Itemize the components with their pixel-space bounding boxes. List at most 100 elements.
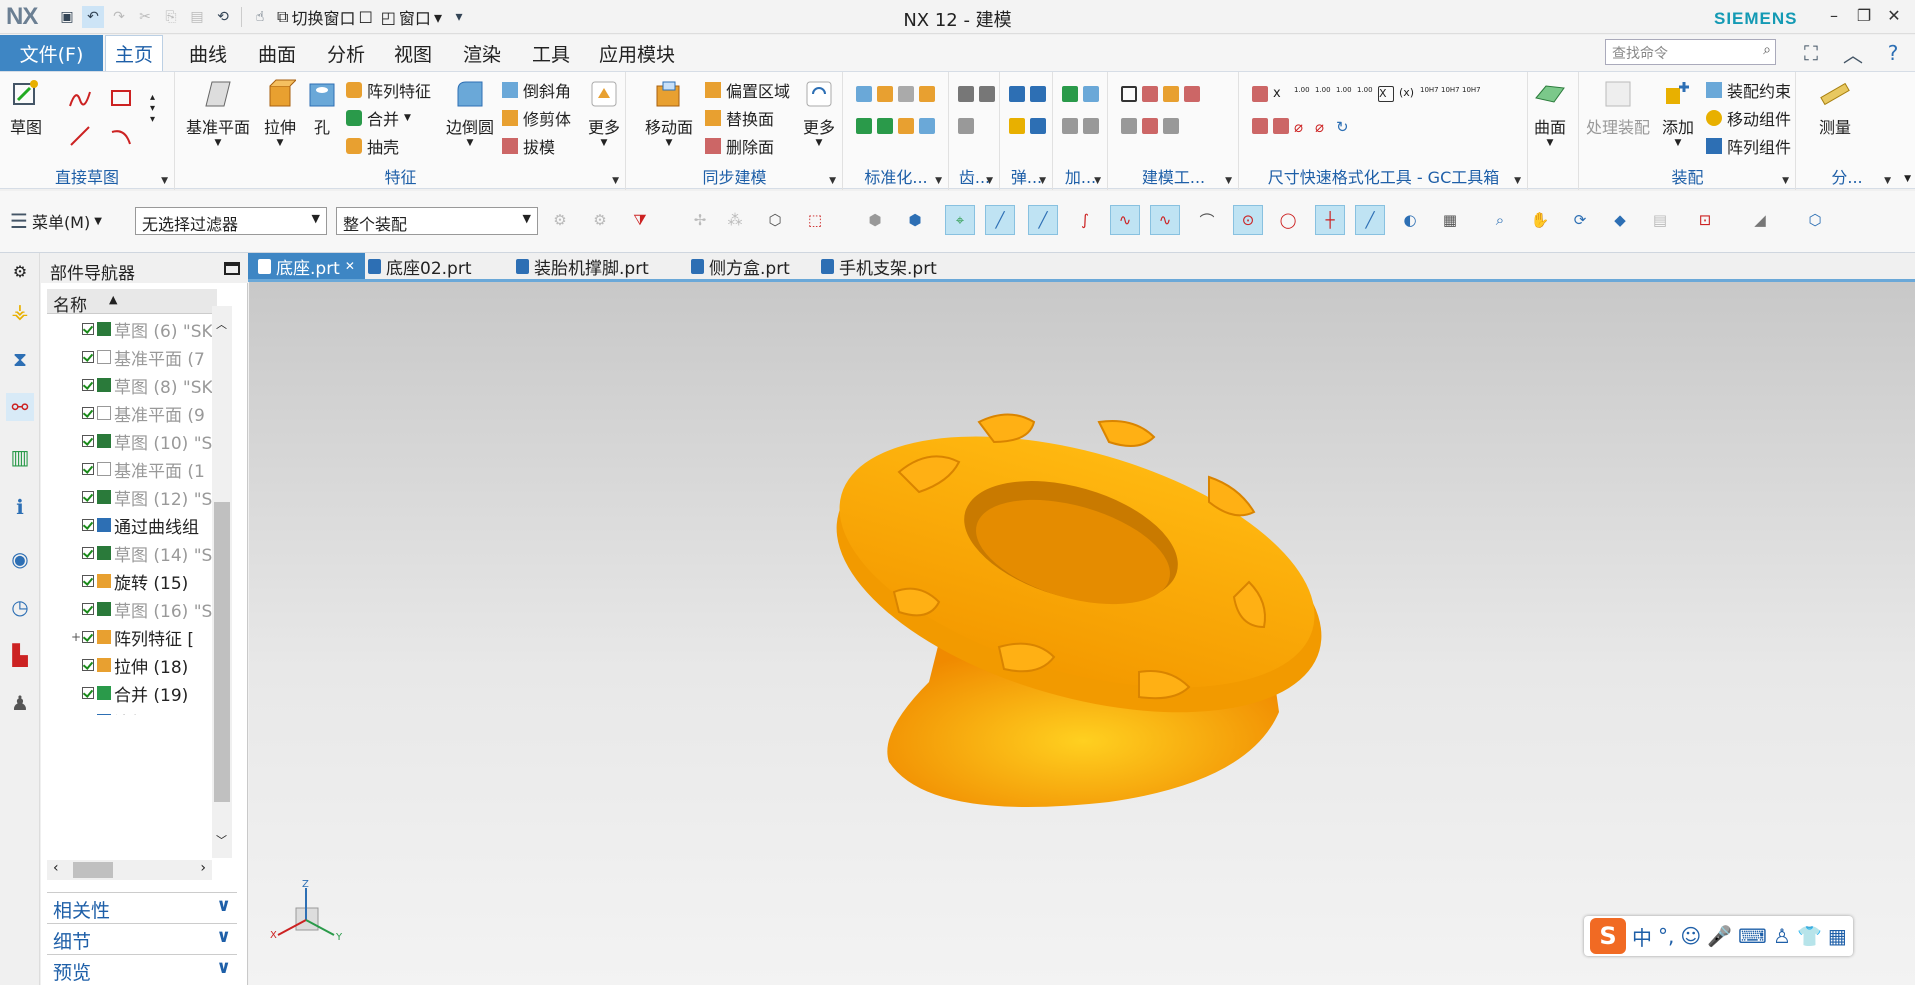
- tool-dim-icon[interactable]: [1163, 118, 1179, 134]
- hd3d-icon[interactable]: ℹ: [6, 493, 34, 521]
- trim-body-button[interactable]: 修剪体: [502, 106, 571, 130]
- rack-icon[interactable]: [958, 118, 974, 134]
- render-style-icon[interactable]: ◢: [1745, 205, 1775, 235]
- column-header-name[interactable]: 名称 ▲: [47, 289, 217, 316]
- user-icon[interactable]: ♙: [1773, 924, 1791, 948]
- dim-tol-1-icon[interactable]: 1.00: [1294, 86, 1310, 102]
- keyboard-icon[interactable]: ⌨: [1738, 924, 1767, 948]
- tab-analysis[interactable]: 分析: [318, 35, 374, 71]
- profile-icon[interactable]: [68, 86, 92, 110]
- dim-fit-3-icon[interactable]: 10H7: [1462, 86, 1481, 102]
- point-on-curve-icon[interactable]: ⌖: [945, 205, 975, 235]
- graphics-window[interactable]: Z X Y: [249, 282, 1915, 985]
- move-face-button[interactable]: 移动面 ▼: [645, 78, 693, 148]
- tree-row[interactable]: 基准平面 (9: [47, 399, 217, 427]
- history-icon[interactable]: ◷: [6, 593, 34, 621]
- arc-snap-icon[interactable]: ∫: [1070, 205, 1100, 235]
- view-triad-icon[interactable]: ⬡: [1800, 205, 1830, 235]
- pin-icon[interactable]: [919, 86, 935, 102]
- cylinder-spring-icon[interactable]: [1009, 86, 1025, 102]
- dim-tol-3-icon[interactable]: 1.00: [1336, 86, 1352, 102]
- dim-fit-2-icon[interactable]: 10H7: [1441, 86, 1460, 102]
- spline-snap-2-icon[interactable]: ∿: [1150, 205, 1180, 235]
- tree-row[interactable]: 草图 (16) "S: [47, 595, 217, 623]
- skin-icon[interactable]: 👕: [1797, 924, 1822, 948]
- line-icon[interactable]: [68, 124, 92, 148]
- cut-icon[interactable]: ✂: [134, 6, 156, 28]
- dim-style-icon[interactable]: [1252, 86, 1268, 102]
- minimize-icon[interactable]: –: [1822, 6, 1846, 25]
- dim-x-icon[interactable]: x: [1273, 86, 1289, 102]
- group-dropdown-icon[interactable]: ▼: [1884, 176, 1891, 186]
- visibility-checkbox[interactable]: [82, 407, 94, 419]
- tree-row[interactable]: 拉伸 (18): [47, 651, 217, 679]
- tab-surface[interactable]: 曲面: [249, 35, 305, 71]
- scroll-right-icon[interactable]: ›: [200, 860, 206, 876]
- sketch-gallery-arrow-icon[interactable]: ▴ ▾ ▾: [150, 92, 155, 125]
- arc-icon[interactable]: [109, 124, 133, 148]
- tree-row[interactable]: 旋转 (15): [47, 567, 217, 595]
- fit-icon[interactable]: ⊡: [1690, 205, 1720, 235]
- surface-button[interactable]: 曲面 ▼: [1534, 78, 1566, 148]
- tree-row[interactable]: 基准平面 (1: [47, 455, 217, 483]
- selection-scope-select[interactable]: 整个装配 ▼: [336, 207, 538, 235]
- visibility-checkbox[interactable]: [82, 463, 94, 475]
- visibility-checkbox[interactable]: [82, 687, 94, 699]
- dim-dia-icon[interactable]: ⌀: [1294, 118, 1310, 136]
- chamfer-button[interactable]: 倒斜角: [502, 78, 571, 102]
- key-icon[interactable]: [919, 118, 935, 134]
- intersection-icon[interactable]: ┼: [1315, 205, 1345, 235]
- tree-horizontal-scrollbar[interactable]: ‹ ›: [47, 860, 212, 880]
- tab-file[interactable]: 文件(F): [0, 35, 103, 71]
- spring-edit-icon[interactable]: [1030, 118, 1046, 134]
- group-dropdown-icon[interactable]: ▼: [1039, 176, 1046, 186]
- ime-menu-icon[interactable]: ▦: [1828, 924, 1847, 948]
- unite-button[interactable]: 合并 ▼: [346, 106, 411, 130]
- paste-icon[interactable]: ▤: [186, 6, 208, 28]
- visibility-checkbox[interactable]: [82, 631, 94, 643]
- touch-mode-icon[interactable]: ☝: [249, 6, 271, 28]
- scroll-down-icon[interactable]: ﹀: [216, 832, 227, 848]
- switch-window-button[interactable]: ⧉ 切换窗口 ☐: [275, 5, 375, 29]
- add-table-icon[interactable]: [1062, 118, 1078, 134]
- line-snap-icon[interactable]: ╱: [985, 205, 1015, 235]
- visibility-checkbox[interactable]: [82, 547, 94, 559]
- disc-spring-icon[interactable]: [1030, 86, 1046, 102]
- circle-center-icon[interactable]: ⊙: [1233, 205, 1263, 235]
- pattern-component-button[interactable]: 阵列组件: [1706, 134, 1791, 158]
- group-dropdown-icon[interactable]: ▼: [1514, 176, 1521, 186]
- edge-blend-button[interactable]: 边倒圆 ▼: [446, 78, 494, 148]
- punctuation-icon[interactable]: °,: [1658, 924, 1674, 948]
- tree-row[interactable]: 基准平面 (7: [47, 343, 217, 371]
- grid-point-icon[interactable]: ▦: [1435, 205, 1465, 235]
- feature-more-button[interactable]: 更多 ▼: [588, 78, 620, 148]
- dim-tol-4-icon[interactable]: 1.00: [1357, 86, 1373, 102]
- tool-cut-icon[interactable]: [1184, 86, 1200, 102]
- section-preview[interactable]: 预览 ∨: [47, 954, 237, 984]
- command-search-input[interactable]: 查找命令 ⌕: [1605, 39, 1776, 65]
- doc-tab-phone-stand[interactable]: 手机支架.prt: [811, 253, 947, 279]
- rectangle-select-icon[interactable]: ⬚: [800, 205, 830, 235]
- copy-icon[interactable]: ⎘: [160, 6, 182, 28]
- delete-face-button[interactable]: 删除面: [705, 134, 774, 158]
- doc-tab-tire-stand[interactable]: 装胎机撑脚.prt: [506, 253, 659, 279]
- tree-row[interactable]: + 阵列特征 [: [47, 623, 217, 651]
- visibility-checkbox[interactable]: [82, 323, 94, 335]
- face-point-icon[interactable]: ◐: [1395, 205, 1425, 235]
- section-dependencies[interactable]: 相关性 ∨: [47, 892, 237, 922]
- add-list-icon[interactable]: [1083, 118, 1099, 134]
- cube-select-icon[interactable]: ⬡: [760, 205, 790, 235]
- spring-delete-icon[interactable]: [1009, 118, 1025, 134]
- zoom-icon[interactable]: ⌕: [1485, 205, 1515, 235]
- sync-more-button[interactable]: 更多 ▼: [803, 78, 835, 148]
- doc-tab-side-box[interactable]: 侧方盒.prt: [681, 253, 800, 279]
- assembly-constraint-button[interactable]: 装配约束: [1706, 78, 1791, 102]
- settings-icon[interactable]: ⚙: [6, 257, 34, 285]
- ime-language[interactable]: 中: [1632, 922, 1652, 951]
- pattern-feature-button[interactable]: 阵列特征: [346, 78, 431, 102]
- frame-icon[interactable]: [1142, 86, 1158, 102]
- tree-vertical-scrollbar[interactable]: ︿ ﹀: [212, 306, 232, 858]
- ribbon-options-icon[interactable]: ▼: [1904, 174, 1911, 184]
- emoji-icon[interactable]: ☺: [1680, 924, 1701, 948]
- dim-angle-icon[interactable]: [1252, 118, 1268, 134]
